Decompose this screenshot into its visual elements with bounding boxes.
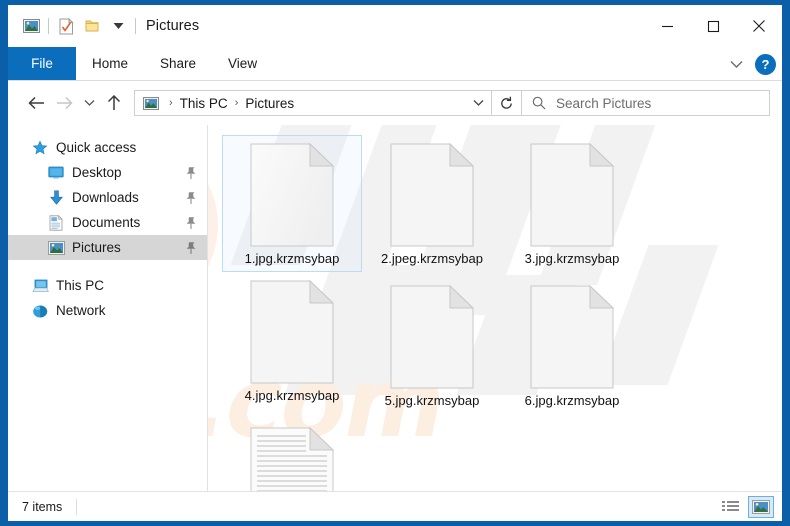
file-grid: 1.jpg.krzmsybap 2.jpeg.krzmsybap [222,135,776,491]
quick-access-toolbar: Pictures [8,13,199,39]
search-icon [522,96,556,110]
up-button[interactable] [100,89,128,117]
file-name: 1.jpg.krzmsybap [245,250,340,267]
breadcrumb-separator-1: › [165,97,177,109]
chevron-down-icon[interactable] [725,53,747,75]
maximize-button[interactable] [690,5,736,47]
desktop-icon [46,164,66,182]
sidebar-spacer [8,260,207,273]
star-icon [30,139,50,157]
pin-icon[interactable] [185,216,197,229]
breadcrumb-separator-2: › [231,97,243,109]
file-name: 4.jpg.krzmsybap [245,387,340,404]
file-name: 6.jpg.krzmsybap [525,392,620,409]
qat-properties[interactable] [53,13,79,39]
status-bar: 7 items [8,491,782,521]
window-title: Pictures [146,18,199,34]
sidebar-item-this-pc[interactable]: This PC [8,273,207,298]
pin-icon[interactable] [185,191,197,204]
sidebar-item-downloads[interactable]: Downloads [8,185,207,210]
file-item[interactable]: 6.jpg.krzmsybap [502,277,642,414]
large-icons-view-button[interactable] [748,496,774,518]
blank-file-icon [530,284,614,390]
breadcrumb-pictures[interactable]: Pictures [242,96,297,111]
breadcrumb-this-pc[interactable]: This PC [177,96,231,111]
help-label: ? [762,57,770,72]
file-list-view[interactable]: 1.jpg.krzmsybap 2.jpeg.krzmsybap [208,125,782,491]
sidebar-label: Pictures [72,240,121,255]
file-item[interactable]: 4.jpg.krzmsybap [222,272,362,414]
documents-icon [46,214,66,232]
pictures-icon [46,239,66,257]
ribbon-right-controls: ? [725,47,776,81]
close-button[interactable] [736,5,782,47]
help-icon[interactable]: ? [755,54,776,75]
sidebar-item-network[interactable]: Network [8,298,207,323]
file-item[interactable]: 2.jpeg.krzmsybap [362,135,502,272]
details-view-button[interactable] [718,496,744,518]
file-name: 5.jpg.krzmsybap [385,392,480,409]
sidebar-label: Desktop [72,165,122,180]
this-pc-icon [30,277,50,295]
window-controls [644,5,782,47]
blank-file-icon [390,284,474,390]
view-mode-buttons [718,496,774,518]
tab-share[interactable]: Share [144,47,212,80]
file-item[interactable]: HOW TO RESTORE YOUR FILES.TXT [222,419,362,491]
address-bar[interactable]: › This PC › Pictures [134,90,492,116]
sidebar-item-quick-access[interactable]: Quick access [8,135,207,160]
downloads-icon [46,189,66,207]
file-name: 2.jpeg.krzmsybap [381,250,483,267]
text-file-icon [250,426,334,491]
tab-home[interactable]: Home [76,47,144,80]
address-bar-row: › This PC › Pictures Search Pictures [8,81,782,125]
refresh-button[interactable] [492,90,522,116]
sidebar-label: This PC [56,278,104,293]
sidebar-label: Downloads [72,190,139,205]
navigation-pane: Quick access Desktop [8,125,208,491]
qat-divider [48,18,49,34]
blank-file-icon [250,279,334,385]
blank-file-icon [530,142,614,248]
qat-divider-2 [135,18,136,34]
search-box[interactable]: Search Pictures [522,90,770,116]
blank-file-icon [390,142,474,248]
qat-new-folder[interactable] [79,13,105,39]
minimize-button[interactable] [644,5,690,47]
sidebar-label: Network [56,303,106,318]
sidebar-label: Documents [72,215,140,230]
address-dropdown-icon[interactable] [465,91,491,115]
qat-customize[interactable] [105,13,131,39]
search-input[interactable]: Search Pictures [556,96,651,111]
pin-icon[interactable] [185,241,197,254]
blank-file-icon [250,142,334,248]
file-item[interactable]: 1.jpg.krzmsybap [222,135,362,272]
system-menu-icon[interactable] [18,13,44,39]
file-explorer-window: Pictures File Home Share View ? [7,4,783,522]
pin-icon[interactable] [185,166,197,179]
sidebar-item-documents[interactable]: Documents [8,210,207,235]
title-bar: Pictures [8,5,782,47]
sidebar-item-pictures[interactable]: Pictures [8,235,207,260]
tab-file[interactable]: File [8,47,76,80]
tab-view[interactable]: View [212,47,273,80]
ribbon-tab-bar: File Home Share View ? [8,47,782,81]
forward-button[interactable] [50,89,78,117]
back-button[interactable] [22,89,50,117]
pictures-folder-icon [135,97,165,110]
network-icon [30,302,50,320]
status-divider [76,499,77,515]
recent-locations-button[interactable] [78,89,100,117]
file-name: 3.jpg.krzmsybap [525,250,620,267]
item-count: 7 items [22,500,62,514]
file-item[interactable]: 5.jpg.krzmsybap [362,277,502,414]
file-item[interactable]: 3.jpg.krzmsybap [502,135,642,272]
explorer-body: risk.com Quick access [8,125,782,491]
sidebar-item-desktop[interactable]: Desktop [8,160,207,185]
sidebar-label: Quick access [56,140,136,155]
